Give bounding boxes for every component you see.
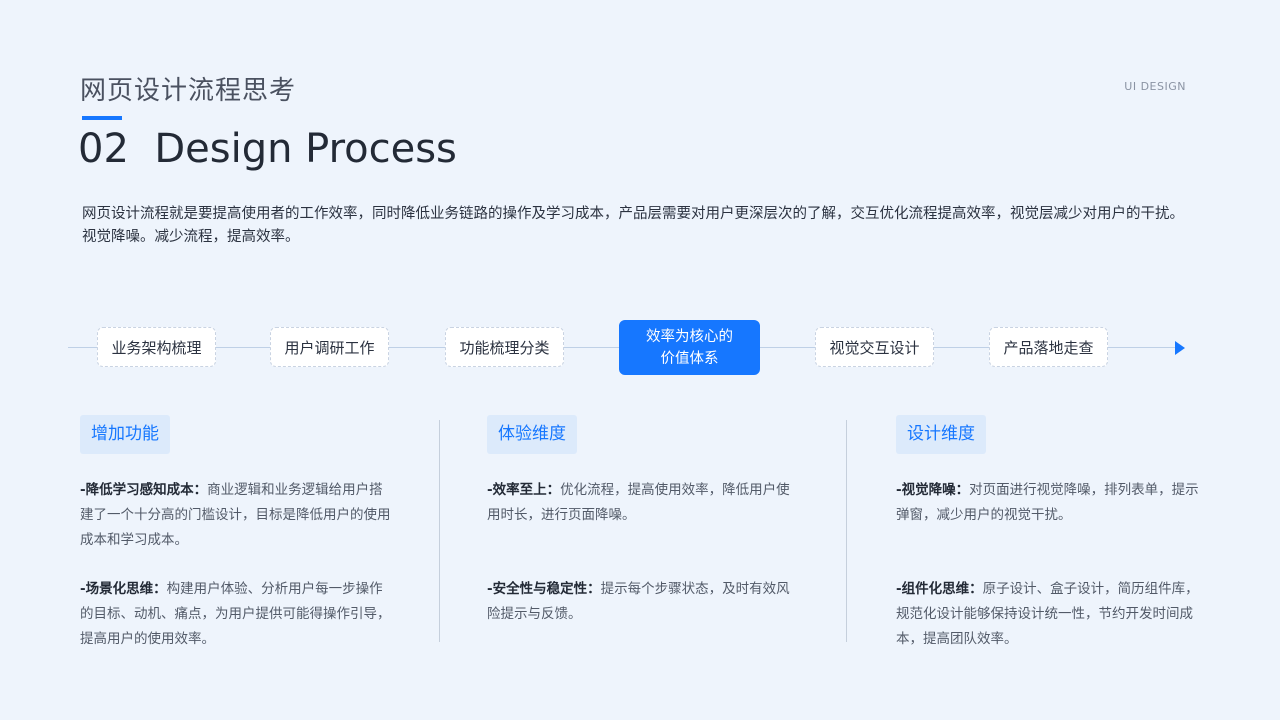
- column-item: -视觉降噪：对页面进行视觉降噪，排列表单，提示弹窗，减少用户的视觉干扰。: [896, 478, 1208, 528]
- flow-arrow-icon: [1175, 341, 1185, 355]
- column-item: -安全性与稳定性：提示每个步骤状态，及时有效风险提示与反馈。: [487, 577, 799, 627]
- flow-step-core[interactable]: 效率为核心的 价值体系: [619, 320, 760, 375]
- flow-step-1[interactable]: 业务架构梳理: [97, 327, 216, 367]
- column-item: -效率至上：优化流程，提高使用效率，降低用户使用时长，进行页面降噪。: [487, 478, 799, 528]
- page-subtitle: 网页设计流程思考: [80, 76, 297, 106]
- column-item: -场景化思维：构建用户体验、分析用户每一步操作的目标、动机、痛点，为用户提供可能…: [80, 577, 392, 652]
- flow-step-5[interactable]: 视觉交互设计: [815, 327, 934, 367]
- column-heading: 设计维度: [896, 415, 986, 454]
- column-item: -组件化思维：原子设计、盒子设计，简历组件库，规范化设计能够保持设计统一性，节约…: [896, 577, 1208, 652]
- item-title: -视觉降噪：: [896, 482, 970, 498]
- flow-step-6[interactable]: 产品落地走查: [989, 327, 1108, 367]
- column-item: -降低学习感知成本：商业逻辑和业务逻辑给用户搭建了一个十分高的门槛设计，目标是降…: [80, 478, 392, 553]
- column-experience: 体验维度 -效率至上：优化流程，提高使用效率，降低用户使用时长，进行页面降噪。 …: [487, 415, 799, 627]
- flow-step-2[interactable]: 用户调研工作: [270, 327, 389, 367]
- item-title: -安全性与稳定性：: [487, 581, 601, 597]
- item-title: -效率至上：: [487, 482, 561, 498]
- page-title: 02 Design Process: [78, 126, 457, 172]
- accent-bar: [82, 116, 122, 120]
- column-heading: 体验维度: [487, 415, 577, 454]
- flow-step-3[interactable]: 功能梳理分类: [445, 327, 564, 367]
- flow-step-core-line1: 效率为核心的: [646, 328, 733, 345]
- flow-step-core-line2: 价值体系: [660, 350, 719, 367]
- item-title: -场景化思维：: [80, 581, 167, 597]
- item-title: -组件化思维：: [896, 581, 983, 597]
- column-design: 设计维度 -视觉降噪：对页面进行视觉降噪，排列表单，提示弹窗，减少用户的视觉干扰…: [896, 415, 1208, 652]
- intro-paragraph: 网页设计流程就是要提高使用者的工作效率，同时降低业务链路的操作及学习成本，产品层…: [82, 206, 1184, 245]
- corner-tag: UI DESIGN: [1124, 80, 1186, 93]
- column-divider: [846, 420, 847, 642]
- column-divider: [439, 420, 440, 642]
- item-title: -降低学习感知成本：: [80, 482, 208, 498]
- column-features: 增加功能 -降低学习感知成本：商业逻辑和业务逻辑给用户搭建了一个十分高的门槛设计…: [80, 415, 392, 652]
- column-heading: 增加功能: [80, 415, 170, 454]
